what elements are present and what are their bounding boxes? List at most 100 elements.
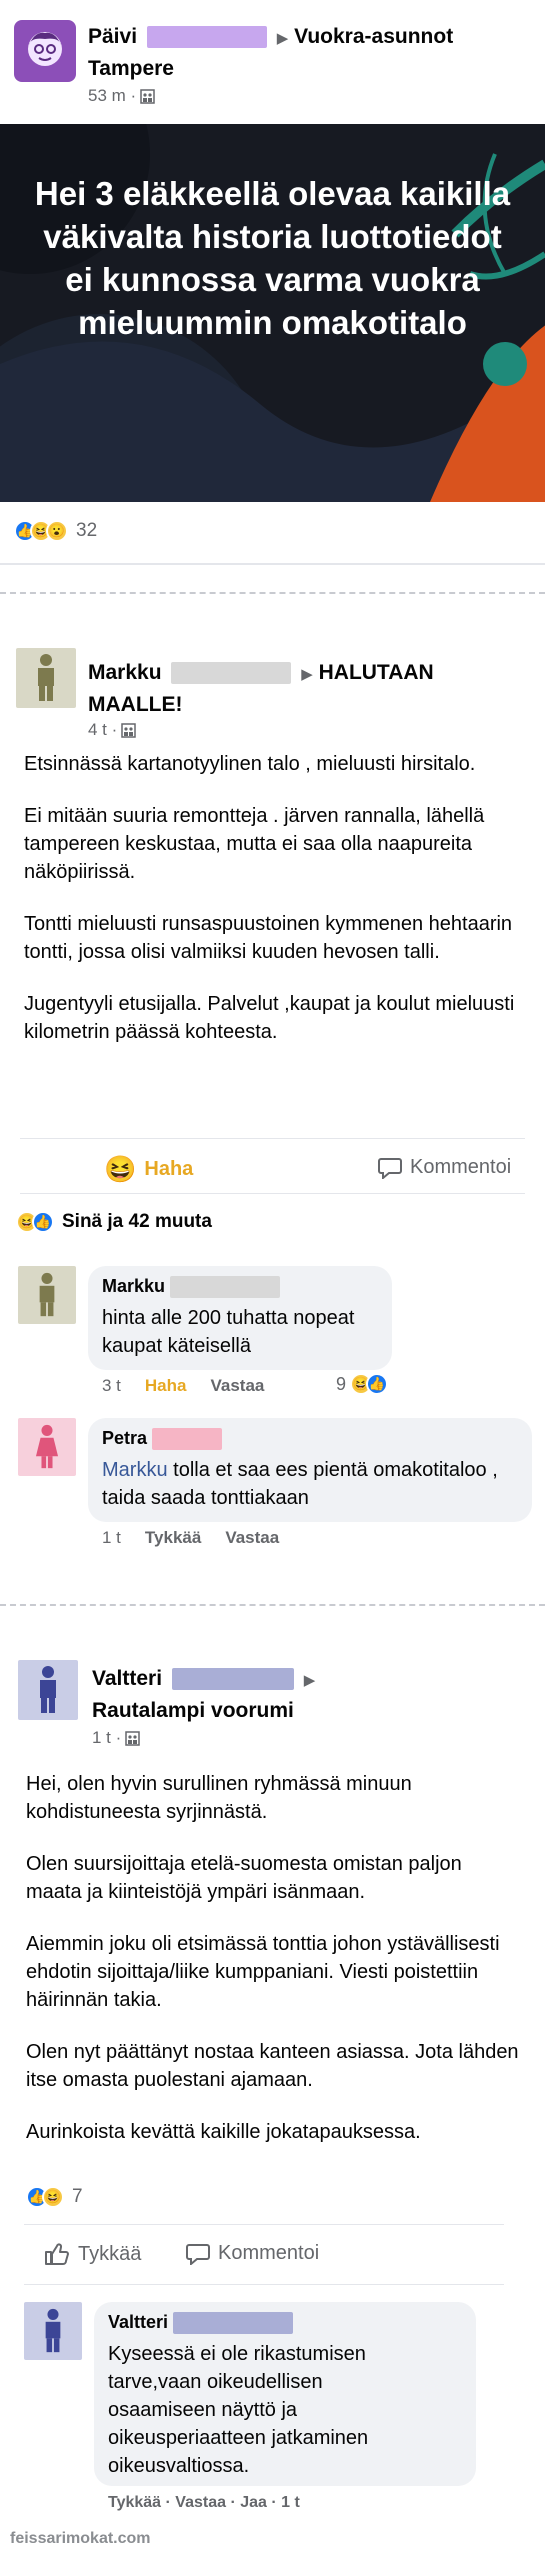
wow-reaction-icon: 😮 <box>46 520 68 542</box>
post-meta: 53 m · <box>88 86 155 106</box>
divider <box>20 1193 525 1194</box>
banner-text: Hei 3 eläkkeellä olevaa kaikilla väkival… <box>34 175 511 341</box>
author-name[interactable]: Valtteri <box>92 1667 162 1690</box>
haha-icon: 😆 <box>104 1154 137 1184</box>
group-name-line2[interactable]: MAALLE! <box>88 693 182 716</box>
comment-bubble: Petra Markku tolla et saa ees pientä oma… <box>88 1418 532 1522</box>
comment-bubble: Valtteri Kyseessä ei ole rikastumisen ta… <box>94 2302 476 2486</box>
reaction-summary[interactable]: 😆 👍 Sinä ja 42 muuta <box>16 1211 212 1233</box>
post-banner[interactable]: Hei 3 eläkkeellä olevaa kaikilla väkival… <box>0 124 545 502</box>
divider <box>0 563 545 565</box>
screenshot-separator <box>0 592 545 594</box>
post-body: Hei, olen hyvin surullinen ryhmässä minu… <box>26 1770 521 2170</box>
redacted-surname <box>171 662 292 685</box>
thumbs-up-icon <box>45 2243 69 2265</box>
comment-label: Kommentoi <box>218 2242 320 2264</box>
group-avatar[interactable] <box>14 20 76 82</box>
comment-author[interactable]: Valtteri <box>108 2312 168 2332</box>
redacted-surname <box>146 26 267 49</box>
person-female-icon <box>35 1424 59 1469</box>
like-link[interactable]: Tykkää <box>145 1528 201 1548</box>
user-avatar-markku[interactable] <box>16 648 76 708</box>
post-paragraph: Tontti mieluusti runsaspuustoinen kymmen… <box>24 913 513 963</box>
post-paragraph: Ei mitään suuria remontteja . järven ran… <box>24 805 485 883</box>
like-reaction-icon: 👍 <box>32 1211 54 1233</box>
comment-actions[interactable]: Tykkää · Vastaa · Jaa · 1 t <box>108 2494 300 2512</box>
comment-icon <box>378 1157 402 1179</box>
haha-label: Haha <box>144 1158 194 1180</box>
author-name[interactable]: Markku <box>88 661 162 684</box>
arrow-icon: ▶ <box>301 666 313 683</box>
post-paragraph: Olen nyt päättänyt nostaa kanteen asiass… <box>26 2041 519 2091</box>
comment-text: Markku tolla et saa ees pientä omakotita… <box>102 1456 502 1512</box>
group-name[interactable]: Vuokra-asunnot <box>294 25 453 48</box>
comment-reaction-count: 9 <box>336 1373 347 1394</box>
haha-link[interactable]: Haha <box>145 1376 187 1396</box>
group-name[interactable]: HALUTAAN <box>319 661 434 684</box>
post-body: Etsinnässä kartanotyylinen talo , mieluu… <box>24 750 519 1070</box>
reaction-names: Sinä ja 42 muuta <box>62 1211 212 1232</box>
group-name[interactable]: Rautalampi voorumi <box>92 1699 294 1722</box>
cartoon-face-icon <box>28 32 62 66</box>
reply-link[interactable]: Vastaa <box>225 1528 279 1548</box>
comment-actions: 1 t Tykkää Vastaa <box>102 1528 279 1548</box>
like-button[interactable]: Tykkää <box>44 2242 141 2266</box>
haha-button[interactable]: 😆 Haha <box>104 1154 193 1185</box>
redacted-surname <box>171 1668 294 1691</box>
divider <box>24 2284 504 2285</box>
comment-button[interactable]: Kommentoi <box>186 2242 319 2265</box>
comment-text: Kyseessä ei ole rikastumisen tarve,vaan … <box>108 2343 369 2477</box>
post-header: Valtteri ▶ Rautalampi voorumi <box>92 1664 315 1726</box>
group-privacy-icon <box>140 88 155 104</box>
haha-reaction-icon: 😆 <box>42 2186 64 2208</box>
watermark: feissarimokat.com <box>10 2530 151 2547</box>
group-name-line2[interactable]: Tampere <box>88 57 174 80</box>
reaction-count: 7 <box>72 2186 83 2207</box>
redacted-surname <box>152 1428 223 1451</box>
like-reaction-icon: 👍 <box>366 1373 389 1395</box>
comment-reactions[interactable]: 9 😆 👍 <box>336 1373 389 1395</box>
post-time[interactable]: 1 t · <box>92 1728 121 1748</box>
mention-link[interactable]: Markku <box>102 1459 168 1481</box>
comment-label: Kommentoi <box>410 1156 512 1178</box>
author-name[interactable]: Päivi <box>88 25 137 48</box>
person-icon <box>40 1666 56 1713</box>
reaction-summary[interactable]: 👍 😆 7 <box>26 2186 83 2208</box>
post-meta: 4 t · <box>88 720 137 740</box>
post-paragraph: Hei, olen hyvin surullinen ryhmässä minu… <box>26 1773 412 1823</box>
reaction-summary[interactable]: 👍 😆 😮 32 <box>14 520 97 542</box>
comment-button[interactable]: Kommentoi <box>378 1156 511 1179</box>
like-label: Tykkää <box>78 2242 142 2265</box>
comment-author[interactable]: Markku <box>102 1276 165 1296</box>
post-meta: 1 t · <box>92 1728 141 1748</box>
user-avatar-petra[interactable] <box>18 1418 76 1476</box>
post-header: Päivi ▶ Vuokra-asunnot Tampere <box>88 22 453 84</box>
user-avatar-markku[interactable] <box>18 1266 76 1324</box>
reaction-count: 32 <box>76 520 98 541</box>
post-paragraph: Jugentyyli etusijalla. Palvelut ,kaupat … <box>24 993 515 1043</box>
person-icon <box>38 654 54 701</box>
comment-time[interactable]: 3 t <box>102 1376 121 1396</box>
comment-actions: 3 t Haha Vastaa <box>102 1376 264 1396</box>
post-paragraph: Olen suursijoittaja etelä-suomesta omist… <box>26 1853 462 1903</box>
divider <box>24 2224 504 2225</box>
arrow-icon: ▶ <box>276 30 289 47</box>
post-header: Markku ▶ HALUTAAN MAALLE! <box>88 658 518 720</box>
comment-text: hinta alle 200 tuhatta nopeat kaupat kät… <box>102 1307 355 1357</box>
person-icon <box>39 1272 55 1317</box>
screenshot-separator <box>0 1604 545 1606</box>
post-time[interactable]: 4 t · <box>88 720 117 740</box>
arrow-icon: ▶ <box>303 1672 316 1689</box>
reply-link[interactable]: Vastaa <box>210 1376 264 1396</box>
group-privacy-icon <box>125 1730 141 1746</box>
divider <box>20 1138 525 1139</box>
comment-author[interactable]: Petra <box>102 1428 147 1448</box>
user-avatar-valtteri[interactable] <box>24 2302 82 2360</box>
post-paragraph: Etsinnässä kartanotyylinen talo , mieluu… <box>24 753 476 775</box>
post-time[interactable]: 53 m · <box>88 86 136 106</box>
group-privacy-icon <box>121 722 137 738</box>
post-paragraph: Aiemmin joku oli etsimässä tonttia johon… <box>26 1933 500 2011</box>
user-avatar-valtteri[interactable] <box>18 1660 78 1720</box>
post-paragraph: Aurinkoista kevättä kaikille jokatapauks… <box>26 2121 421 2143</box>
comment-time[interactable]: 1 t <box>102 1528 121 1548</box>
